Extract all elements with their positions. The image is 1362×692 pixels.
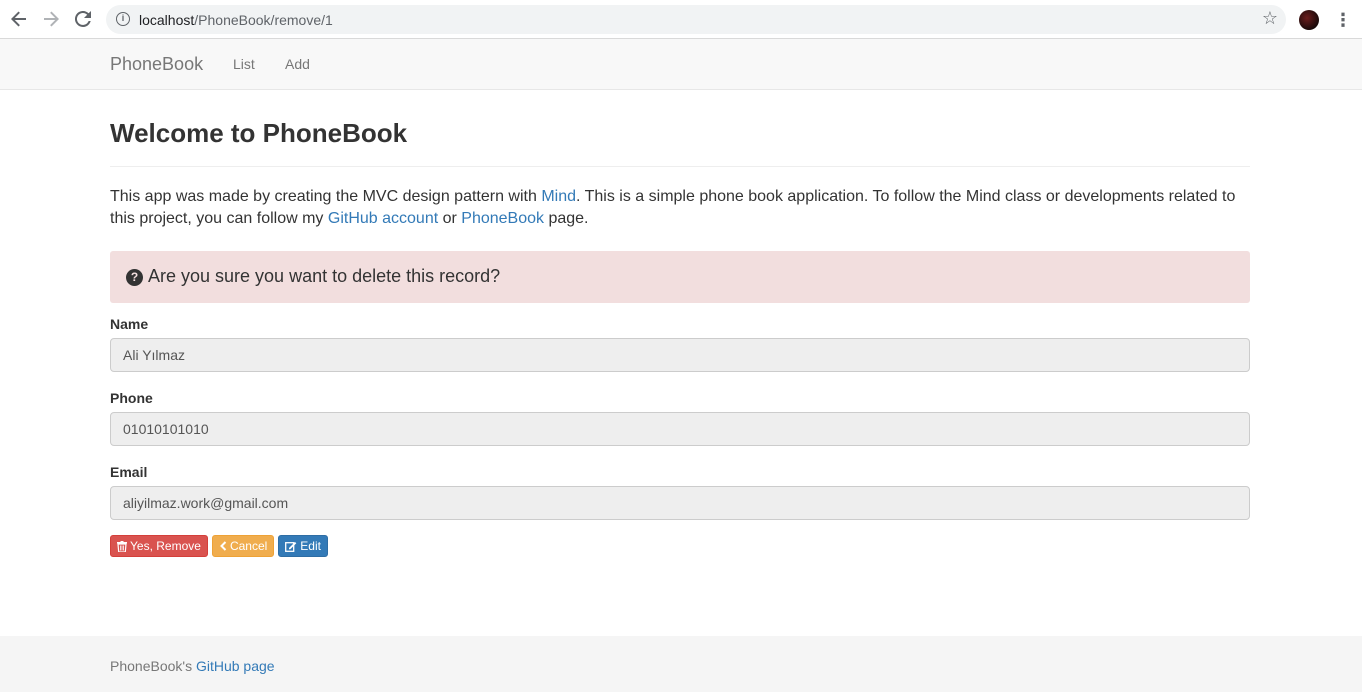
phonebook-link[interactable]: PhoneBook (461, 210, 544, 227)
edit-label: Edit (300, 539, 321, 553)
page-title: Welcome to PhoneBook (110, 118, 408, 148)
action-buttons: Yes, Remove Cancel Edit (110, 535, 328, 557)
browser-menu-icon[interactable]: ⋮ (1334, 9, 1352, 31)
intro-paragraph: This app was made by creating the MVC de… (110, 188, 1236, 227)
site-footer: PhoneBook's GitHub page (0, 636, 1362, 692)
site-navbar: PhoneBook List Add (0, 39, 1362, 90)
info-icon[interactable]: i (116, 12, 130, 26)
back-arrow-icon[interactable] (8, 8, 30, 30)
edit-button[interactable]: Edit (278, 535, 328, 557)
cancel-button[interactable]: Cancel (211, 535, 275, 557)
name-field[interactable]: Ali Yılmaz (110, 338, 1250, 372)
bookmark-star-icon[interactable]: ☆ (1262, 8, 1278, 29)
phone-field[interactable]: 01010101010 (110, 412, 1250, 446)
url-text[interactable]: localhost/PhoneBook/remove/1 (139, 12, 333, 28)
forward-arrow-icon[interactable] (40, 8, 62, 30)
yes-remove-label: Yes, Remove (130, 539, 201, 553)
nav-link-list[interactable]: List (233, 56, 255, 72)
delete-confirm-alert: ? Are you sure you want to delete this re… (110, 251, 1250, 303)
footer-github-link[interactable]: GitHub page (196, 658, 275, 674)
question-circle-icon: ? (126, 269, 143, 286)
footer-text: PhoneBook's GitHub page (110, 658, 275, 674)
name-label: Name (110, 316, 149, 332)
mind-link[interactable]: Mind (541, 188, 576, 205)
browser-toolbar: i localhost/PhoneBook/remove/1 ☆ ⋮ (0, 0, 1362, 39)
alert-text: Are you sure you want to delete this rec… (148, 266, 501, 286)
navbar-brand[interactable]: PhoneBook (110, 54, 203, 75)
email-label: Email (110, 464, 148, 480)
github-account-link[interactable]: GitHub account (328, 210, 438, 227)
reload-icon[interactable] (72, 8, 94, 30)
edit-icon (285, 541, 297, 552)
trash-icon (117, 540, 127, 552)
profile-avatar[interactable] (1299, 10, 1319, 30)
chevron-left-icon (220, 541, 227, 551)
address-bar[interactable]: i localhost/PhoneBook/remove/1 ☆ (106, 5, 1286, 34)
title-divider (110, 166, 1250, 167)
cancel-label: Cancel (229, 539, 268, 553)
nav-link-add[interactable]: Add (285, 56, 310, 72)
email-field[interactable]: aliyilmaz.work@gmail.com (110, 486, 1250, 520)
phone-label: Phone (110, 390, 153, 406)
yes-remove-button[interactable]: Yes, Remove (110, 535, 208, 557)
